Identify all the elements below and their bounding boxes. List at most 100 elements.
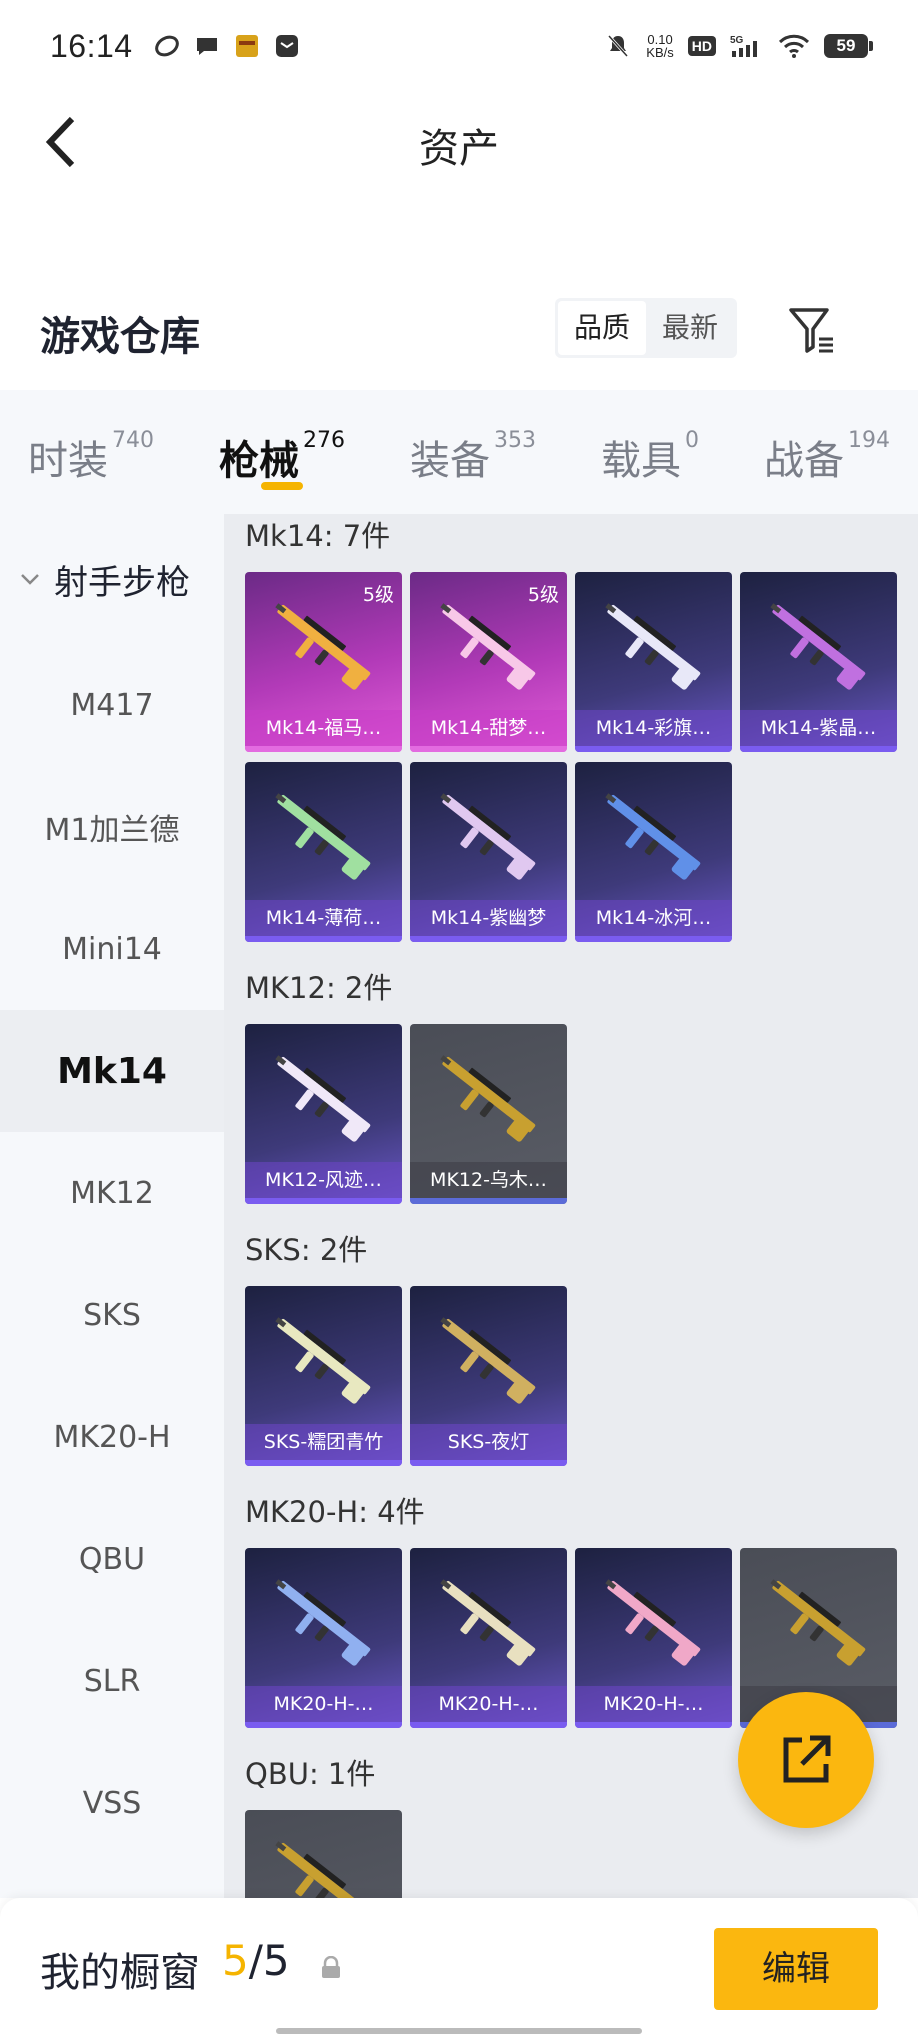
tab-vehicles[interactable]: 载具 0 bbox=[601, 390, 699, 514]
sidebar-item-slr[interactable]: SLR bbox=[0, 1620, 224, 1742]
share-button[interactable] bbox=[738, 1692, 874, 1828]
status-bar: 16:14 0.10 KB/s HD 5G 59 bbox=[0, 0, 918, 92]
weapon-card[interactable]: Mk14-冰河… bbox=[575, 762, 732, 942]
net-speed: 0.10 KB/s bbox=[646, 32, 674, 60]
weapon-card[interactable]: Mk14-彩旗… bbox=[575, 572, 732, 752]
weapon-card[interactable]: MK20-H-… bbox=[410, 1548, 567, 1728]
rifle-icon bbox=[605, 603, 701, 690]
warehouse-title: 游戏仓库 bbox=[40, 314, 200, 360]
weapon-level: 5级 bbox=[527, 584, 559, 606]
section-title: MK12: 2件 bbox=[245, 971, 393, 1005]
filter-icon bbox=[789, 308, 833, 353]
weapon-name: MK20-H-… bbox=[410, 1686, 567, 1722]
weapon-name: Mk14-紫晶… bbox=[740, 710, 897, 746]
weapon-name: MK20-H-… bbox=[245, 1686, 402, 1722]
weapon-card[interactable]: 5级 Mk14-福马… bbox=[245, 572, 402, 752]
weapon-card[interactable]: MK12-乌木… bbox=[410, 1024, 567, 1204]
rifle-icon bbox=[440, 1579, 536, 1666]
rifle-icon bbox=[770, 603, 866, 690]
weapon-card[interactable]: MK20-H-… bbox=[245, 1548, 402, 1728]
filter-button[interactable] bbox=[784, 300, 840, 360]
rifle-icon bbox=[275, 793, 371, 880]
weapon-name: Mk14-紫幽梦 bbox=[410, 900, 567, 936]
category-tabs: 时装 740 枪械 276 装备 353 载具 0 战备 194 bbox=[0, 390, 918, 514]
edit-button[interactable]: 编辑 bbox=[714, 1928, 878, 2010]
weapon-name: MK12-乌木… bbox=[410, 1162, 567, 1198]
message-icon bbox=[193, 32, 221, 60]
weapon-card[interactable]: Mk14-紫幽梦 bbox=[410, 762, 567, 942]
weapon-sections: Mk14: 7件 5级 Mk14-福马… 5级 Mk14-甜梦… Mk14-彩旗… Mk14… bbox=[224, 514, 918, 1898]
weapon-card[interactable]: SKS-夜灯 bbox=[410, 1286, 567, 1466]
wifi-icon bbox=[778, 32, 810, 60]
sidebar-item-m1-garand[interactable]: M1加兰德 bbox=[0, 766, 224, 888]
mute-icon bbox=[604, 32, 632, 60]
chevron-down-icon bbox=[18, 566, 44, 592]
weapon-level: 5级 bbox=[362, 584, 394, 606]
weapon-name: MK20-H-… bbox=[575, 1686, 732, 1722]
status-notification-icons bbox=[153, 32, 301, 60]
battery-indicator: 59 bbox=[824, 34, 873, 58]
app-notification-icon bbox=[153, 32, 181, 60]
rifle-icon bbox=[605, 1579, 701, 1666]
weapon-card[interactable]: 5级 Mk14-甜梦… bbox=[410, 572, 567, 752]
sidebar-item-sks[interactable]: SKS bbox=[0, 1254, 224, 1376]
sort-toggle: 品质 最新 bbox=[555, 298, 737, 358]
share-icon bbox=[783, 1735, 831, 1783]
mail-app-icon bbox=[273, 32, 301, 60]
tab-supplies[interactable]: 战备 194 bbox=[764, 390, 890, 514]
rifle-icon bbox=[275, 1841, 371, 1898]
weapon-grid: Mk14: 7件 5级 Mk14-福马… 5级 Mk14-甜梦… Mk14-彩旗… Mk14… bbox=[224, 514, 918, 1898]
showcase-bar: 我的橱窗 5/5 编辑 bbox=[0, 1898, 918, 2040]
weapon-card[interactable]: MK12-风迹… bbox=[245, 1024, 402, 1204]
sidebar-item-mini14[interactable]: Mini14 bbox=[0, 888, 224, 1010]
hd-badge: HD bbox=[687, 36, 716, 56]
weapon-sidebar: 射手步枪 M417 M1加兰德 Mini14 Mk14 MK12 SKS MK2… bbox=[0, 514, 224, 1898]
sidebar-item-mk20h[interactable]: MK20-H bbox=[0, 1376, 224, 1498]
weapon-card[interactable]: Mk14-薄荷… bbox=[245, 762, 402, 942]
home-indicator bbox=[276, 2028, 642, 2034]
weapon-card[interactable] bbox=[245, 1810, 402, 1898]
section-title: Mk14: 7件 bbox=[245, 519, 391, 553]
weapon-section: Mk14: 7件 5级 Mk14-福马… 5级 Mk14-甜梦… Mk14-彩旗… Mk14… bbox=[224, 514, 918, 942]
weapon-section: MK12: 2件 MK12-风迹… MK12-乌木… bbox=[224, 966, 918, 1204]
weapon-card-grid: 5级 Mk14-福马… 5级 Mk14-甜梦… Mk14-彩旗… Mk14-紫晶… Mk14… bbox=[245, 572, 918, 942]
rifle-icon bbox=[770, 1579, 866, 1666]
weapon-card-grid: MK12-风迹… MK12-乌木… bbox=[245, 1024, 918, 1204]
tab-firearms[interactable]: 枪械 276 bbox=[219, 390, 345, 514]
rifle-icon bbox=[440, 793, 536, 880]
rifle-icon bbox=[440, 1317, 536, 1404]
weapon-name: Mk14-彩旗… bbox=[575, 710, 732, 746]
showcase-count: 5/5 bbox=[222, 1936, 290, 1985]
weapon-name: MK12-风迹… bbox=[245, 1162, 402, 1198]
tab-fashion[interactable]: 时装 740 bbox=[28, 390, 154, 514]
sidebar-item-mk12[interactable]: MK12 bbox=[0, 1132, 224, 1254]
weapon-name: SKS-糯团青竹 bbox=[245, 1424, 402, 1460]
sidebar-item-mk14[interactable]: Mk14 bbox=[0, 1010, 224, 1132]
weapon-card-grid: SKS-糯团青竹 SKS-夜灯 bbox=[245, 1286, 918, 1466]
weapon-card[interactable]: MK20-H-… bbox=[575, 1548, 732, 1728]
weapon-card[interactable]: Mk14-紫晶… bbox=[740, 572, 897, 752]
weapon-card[interactable]: SKS-糯团青竹 bbox=[245, 1286, 402, 1466]
sidebar-item-m417[interactable]: M417 bbox=[0, 644, 224, 766]
rifle-icon bbox=[275, 1579, 371, 1666]
rifle-icon bbox=[440, 1055, 536, 1142]
warehouse-header: 游戏仓库 品质 最新 bbox=[0, 290, 918, 370]
tab-equipment[interactable]: 装备 353 bbox=[410, 390, 536, 514]
rifle-icon bbox=[275, 1317, 371, 1404]
sort-quality-button[interactable]: 品质 bbox=[558, 301, 646, 355]
section-title: MK20-H: 4件 bbox=[245, 1495, 425, 1529]
sidebar-item-vss[interactable]: VSS bbox=[0, 1742, 224, 1864]
showcase-label: 我的橱窗 bbox=[40, 1950, 200, 1996]
weapon-name: Mk14-甜梦… bbox=[410, 710, 567, 746]
sidebar-item-qbu[interactable]: QBU bbox=[0, 1498, 224, 1620]
lock-icon bbox=[322, 1956, 340, 1978]
section-title: SKS: 2件 bbox=[245, 1233, 368, 1267]
sidebar-group-marksman[interactable]: 射手步枪 bbox=[0, 514, 224, 644]
signal-icon: 5G bbox=[730, 32, 764, 60]
weapon-name: Mk14-冰河… bbox=[575, 900, 732, 936]
rifle-icon bbox=[275, 1055, 371, 1142]
page-title: 资产 bbox=[419, 126, 499, 172]
status-time: 16:14 bbox=[50, 27, 133, 64]
weapon-section: SKS: 2件 SKS-糯团青竹 SKS-夜灯 bbox=[224, 1228, 918, 1466]
sort-newest-button[interactable]: 最新 bbox=[646, 301, 734, 355]
